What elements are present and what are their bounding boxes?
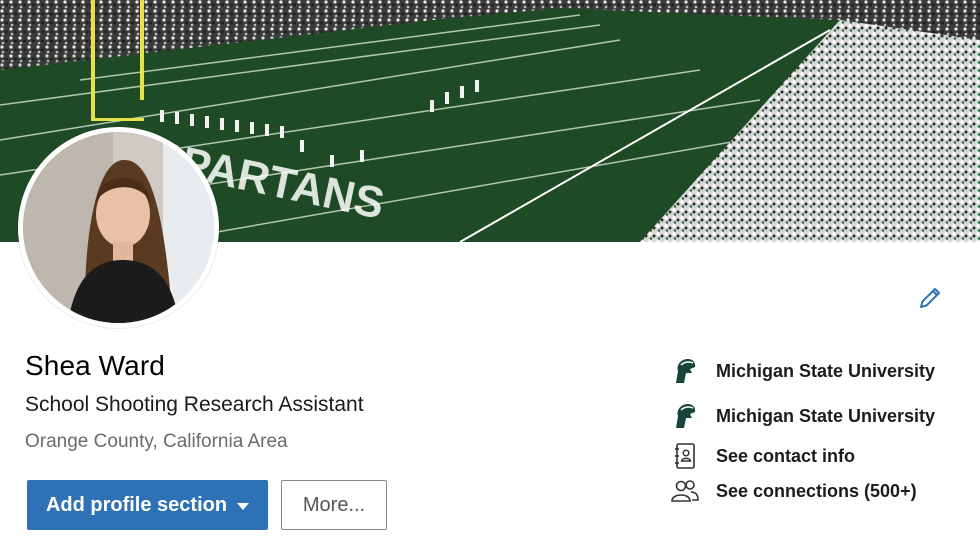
edit-profile-button[interactable] bbox=[914, 282, 946, 314]
contact-info-link[interactable]: See contact info bbox=[670, 441, 855, 471]
education-item-2[interactable]: Michigan State University bbox=[670, 401, 935, 431]
spartan-logo-icon bbox=[670, 401, 700, 431]
profile-location: Orange County, California Area bbox=[25, 431, 288, 452]
connections-label: See connections (500+) bbox=[716, 480, 917, 501]
pencil-icon bbox=[920, 288, 940, 308]
add-profile-section-label: Add profile section bbox=[45, 493, 228, 516]
connections-link[interactable]: See connections (500+) bbox=[670, 476, 917, 506]
spartan-logo-icon bbox=[670, 356, 700, 386]
more-button[interactable]: More... bbox=[281, 480, 387, 530]
contact-card-icon bbox=[670, 441, 700, 471]
caret-down-icon bbox=[237, 502, 250, 510]
education-label: Michigan State University bbox=[716, 360, 936, 381]
add-profile-section-button[interactable]: Add profile section bbox=[27, 480, 268, 530]
profile-avatar[interactable] bbox=[18, 127, 219, 328]
more-button-label: More... bbox=[302, 493, 366, 516]
education-label: Michigan State University bbox=[716, 405, 936, 426]
education-item-1[interactable]: Michigan State University bbox=[670, 356, 935, 386]
contact-info-label: See contact info bbox=[716, 445, 856, 466]
profile-name: Shea Ward bbox=[25, 350, 165, 381]
people-icon bbox=[670, 476, 700, 506]
avatar-photo bbox=[23, 132, 214, 323]
profile-headline: School Shooting Research Assistant bbox=[25, 393, 364, 416]
